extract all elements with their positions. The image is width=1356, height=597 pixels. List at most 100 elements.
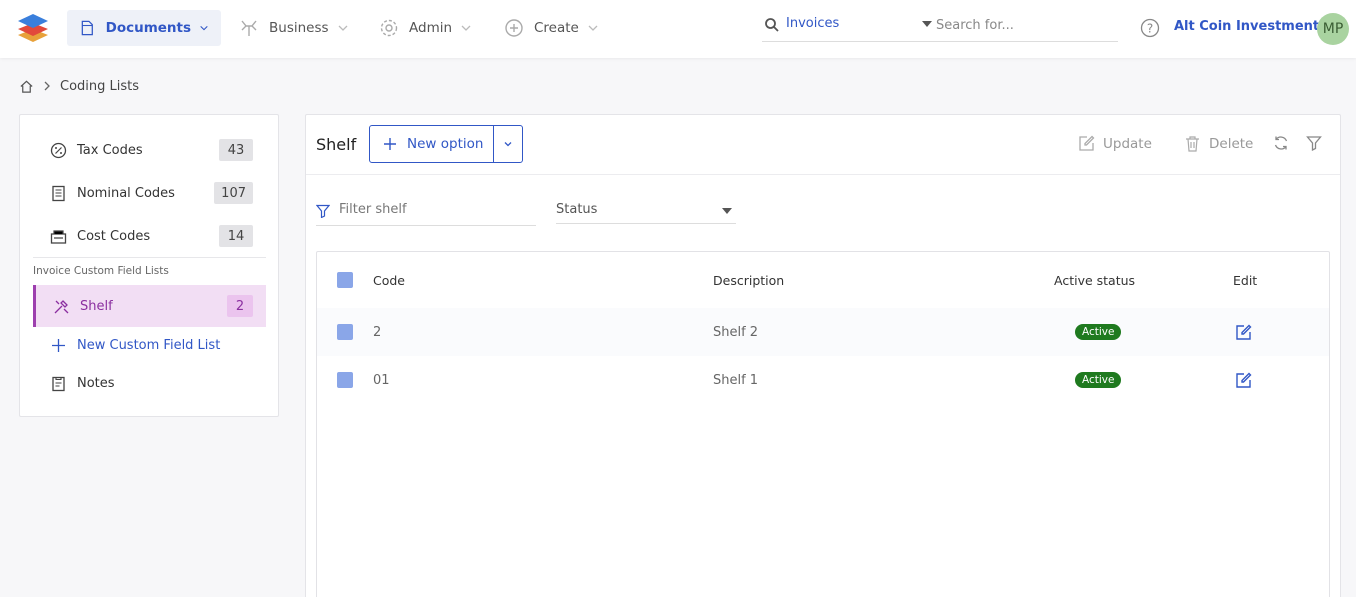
sidebar-item-shelf[interactable]: Shelf 2 (33, 285, 266, 327)
column-header-description[interactable]: Description (713, 256, 784, 304)
documents-icon (81, 20, 93, 36)
filter-shelf-field (316, 195, 536, 226)
status-badge: Active (1075, 372, 1122, 388)
sidebar-item-label: Nominal Codes (77, 185, 175, 201)
sidebar-section-label: Invoice Custom Field Lists (33, 265, 169, 277)
panel-toolbar: Shelf New option Update Delete (306, 115, 1340, 175)
panel-title: Shelf (316, 135, 357, 154)
chevron-right-icon (44, 81, 50, 91)
refresh-icon[interactable] (1273, 135, 1289, 151)
status-select-label: Status (556, 202, 598, 217)
update-button[interactable]: Update (1078, 135, 1152, 152)
description-cell: Shelf 2 (713, 324, 759, 340)
new-option-dropdown-button[interactable] (494, 126, 522, 162)
chevron-down-icon (588, 25, 598, 31)
breadcrumb: Coding Lists (19, 76, 139, 96)
sidebar-item-nominal-codes[interactable]: Nominal Codes 107 (33, 176, 266, 210)
tax-icon (50, 142, 67, 158)
description-cell: Shelf 1 (713, 372, 759, 388)
nav-business-label: Business (269, 20, 329, 36)
search-icon (765, 18, 779, 32)
search-scope-caret-icon[interactable] (922, 21, 932, 27)
chevron-down-icon (461, 25, 471, 31)
business-icon (241, 20, 257, 36)
nav-create-label: Create (534, 20, 579, 36)
ledger-icon (52, 185, 65, 201)
new-option-button[interactable]: New option (370, 126, 494, 162)
company-name[interactable]: Alt Coin Investments (1174, 19, 1327, 34)
coding-lists-sidebar: Tax Codes 43 Nominal Codes 107 Cost Code… (19, 114, 279, 417)
chevron-down-icon (504, 142, 512, 147)
status-cell: Active (1075, 308, 1122, 356)
nav-business[interactable]: Business (227, 10, 361, 46)
options-table: Code Description Active status Edit 2 Sh… (316, 251, 1330, 597)
global-search: Invoices (762, 12, 1118, 42)
edit-icon[interactable] (1235, 324, 1252, 341)
sidebar-item-cost-codes[interactable]: Cost Codes 14 (33, 219, 266, 253)
count-badge: 14 (219, 225, 253, 247)
nav-admin[interactable]: Admin (367, 10, 484, 46)
new-custom-field-list-label: New Custom Field List (77, 337, 221, 353)
help-icon[interactable]: ? (1140, 18, 1160, 38)
cost-icon (50, 229, 67, 244)
row-checkbox[interactable] (337, 324, 353, 340)
column-header-edit: Edit (1233, 272, 1258, 288)
table-row[interactable]: 01 Shelf 1 Active (317, 356, 1329, 404)
delete-button[interactable]: Delete (1184, 135, 1253, 152)
table-header: Code Description Active status Edit (317, 256, 1329, 304)
count-badge: 107 (214, 182, 253, 204)
sidebar-item-notes[interactable]: Notes (33, 366, 266, 400)
chevron-down-icon (338, 25, 347, 31)
app-logo-icon[interactable] (17, 12, 49, 44)
caret-down-icon (722, 208, 732, 214)
search-input[interactable] (936, 14, 1112, 36)
trash-icon (1186, 136, 1199, 152)
filter-shelf-input[interactable] (339, 199, 529, 219)
edit-cell (1235, 308, 1252, 356)
sidebar-item-label: Tax Codes (77, 142, 143, 158)
clipboard-icon (52, 376, 65, 391)
sidebar-item-label: Shelf (80, 298, 113, 314)
edit-icon (1079, 135, 1095, 151)
row-checkbox-cell (337, 308, 353, 356)
edit-icon[interactable] (1235, 372, 1252, 389)
plus-icon (384, 138, 396, 150)
shelf-panel: Shelf New option Update Delete Statu (305, 114, 1341, 597)
sidebar-item-label: Cost Codes (77, 228, 151, 244)
code-cell: 2 (373, 324, 382, 340)
table-row[interactable]: 2 Shelf 2 Active (317, 308, 1329, 356)
select-all-checkbox[interactable] (337, 272, 353, 288)
new-custom-field-list-link[interactable]: New Custom Field List (33, 328, 266, 362)
tools-icon (54, 299, 69, 313)
row-checkbox-cell (337, 356, 353, 404)
gear-icon (380, 19, 398, 37)
count-badge: 2 (227, 295, 253, 317)
nav-admin-label: Admin (409, 20, 453, 36)
new-option-label: New option (407, 136, 484, 152)
filter-icon (316, 204, 330, 218)
status-cell: Active (1075, 356, 1122, 404)
sidebar-item-label: Notes (77, 375, 115, 391)
sidebar-divider (33, 257, 266, 258)
edit-cell (1235, 356, 1252, 404)
count-badge: 43 (219, 139, 253, 161)
column-header-code[interactable]: Code (373, 256, 405, 304)
select-all-checkbox-cell (337, 256, 353, 304)
plus-icon (52, 338, 65, 352)
filter-icon[interactable] (1306, 135, 1322, 151)
code-cell: 01 (373, 372, 390, 388)
delete-label: Delete (1209, 135, 1254, 152)
row-checkbox[interactable] (337, 372, 353, 388)
search-scope-value[interactable]: Invoices (786, 16, 839, 31)
status-badge: Active (1075, 324, 1122, 340)
nav-create[interactable]: Create (492, 10, 611, 46)
avatar[interactable]: MP (1317, 13, 1349, 45)
column-header-active-status[interactable]: Active status (1054, 256, 1135, 304)
sidebar-item-tax-codes[interactable]: Tax Codes 43 (33, 133, 266, 167)
home-icon[interactable] (19, 79, 34, 94)
breadcrumb-current: Coding Lists (60, 78, 140, 94)
status-select[interactable]: Status (556, 195, 736, 224)
update-label: Update (1103, 135, 1152, 152)
new-option-split-button: New option (369, 125, 523, 163)
nav-documents[interactable]: Documents (67, 10, 221, 46)
